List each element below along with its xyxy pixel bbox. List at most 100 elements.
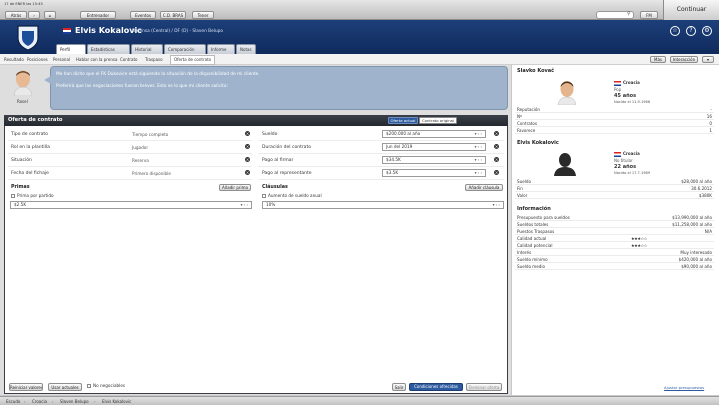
- tab-notes[interactable]: Notas: [236, 44, 256, 54]
- agent-fee-dropdown[interactable]: $3.5K ▾ ‹ ›: [382, 169, 486, 177]
- current-ability-stars: ★★★☆☆: [631, 236, 647, 241]
- breadcrumb-item: ›: [24, 399, 26, 404]
- player-role: No titular: [614, 158, 633, 163]
- search-icon[interactable]: ⚲: [627, 11, 631, 17]
- agent-fee-value: $3.5K: [386, 170, 399, 175]
- squad-role-value: Jugador: [132, 145, 149, 150]
- close-subview-button[interactable]: ▾: [702, 56, 714, 63]
- agent-info-row: Nº 16: [515, 114, 714, 120]
- use-current-button[interactable]: Usar actuales: [48, 383, 82, 391]
- propose-offer-button[interactable]: Condiciones ofrecidas: [409, 383, 463, 391]
- finish-offer-button[interactable]: Terminar oferta: [466, 383, 502, 391]
- signing-fee-label: Pago al firmar: [262, 158, 294, 163]
- current-offer-button[interactable]: Oferta actual: [388, 117, 418, 124]
- offer-panel-title: Oferta de contrato: [8, 117, 63, 123]
- info-row: Sueldo medio $90,000 al año: [515, 264, 714, 270]
- agent-fee-label: Pago al representante: [262, 171, 312, 176]
- interaction-dropdown[interactable]: Interacción: [670, 56, 698, 63]
- reset-values-button[interactable]: Reiniciar valores: [9, 383, 43, 391]
- clause-dropdown[interactable]: 10% ▾ ‹ ›: [262, 201, 504, 209]
- tab-stats[interactable]: Estadísticas: [87, 44, 130, 54]
- adjust-budget-link[interactable]: Ajustar presupuestos: [664, 385, 704, 390]
- nav-manager[interactable]: Entrenador: [80, 11, 116, 19]
- wage-dropdown[interactable]: $200.000 al año ▾ ‹ ›: [382, 130, 486, 138]
- breadcrumb-item: ›: [52, 399, 54, 404]
- bonus-checkbox[interactable]: [11, 194, 15, 198]
- remove-contract-length-icon[interactable]: ×: [494, 144, 499, 149]
- agent-avatar: [12, 68, 34, 97]
- forward-button[interactable]: ›: [28, 11, 40, 19]
- player-born: Nacido el 17.7.1989: [614, 171, 651, 175]
- subtab-contract[interactable]: Contrato: [120, 56, 137, 64]
- info-row: Interés Muy interesado: [515, 250, 714, 256]
- bonus-dropdown[interactable]: $2.5K ▾ ‹ ›: [10, 201, 252, 209]
- non-negotiable-checkbox[interactable]: [87, 384, 91, 388]
- tab-history[interactable]: Historial: [131, 44, 163, 54]
- remove-wage-icon[interactable]: ×: [494, 131, 499, 136]
- signing-fee-value: $34.5K: [386, 157, 401, 162]
- nav-other[interactable]: Tener: [192, 11, 214, 19]
- clause-label: Aumento de sueldo anual: [268, 193, 322, 198]
- home-icon[interactable]: ⌂: [44, 11, 56, 19]
- exit-button[interactable]: Salir: [392, 383, 406, 391]
- player-position: Defensa (Central) / DF (D) - Slaven Belu…: [132, 29, 224, 34]
- original-contract-button[interactable]: Contrato original: [419, 117, 457, 124]
- fm-menu-button[interactable]: FM: [640, 11, 658, 19]
- more-dropdown[interactable]: Más: [650, 56, 666, 63]
- clause-checkbox[interactable]: [262, 194, 266, 198]
- tab-profile[interactable]: Perfil: [56, 44, 86, 54]
- subtab-overview[interactable]: Resultado: [4, 56, 24, 64]
- subtab-press[interactable]: Hablar con la prensa: [76, 56, 117, 64]
- contract-length-dropdown[interactable]: Jun del 2019 ▾ ‹ ›: [382, 143, 486, 151]
- info-row: Calidad potencial ★★★☆☆: [515, 242, 714, 249]
- agent-nation-flag: [614, 81, 621, 86]
- add-clause-button[interactable]: Añadir cláusula: [465, 184, 503, 191]
- tab-comparison[interactable]: Comparación: [164, 44, 206, 54]
- remove-status-icon[interactable]: ×: [245, 157, 250, 162]
- add-bonus-button[interactable]: Añadir prima: [219, 184, 251, 191]
- agent-message-line1: Me han dicho que el FK Dukovice está sig…: [56, 72, 260, 77]
- breadcrumb-item[interactable]: Slaven Belupo: [60, 398, 89, 405]
- tab-report[interactable]: Informe: [207, 44, 235, 54]
- back-button[interactable]: Atrás: [5, 11, 27, 19]
- star-favorite-icon[interactable]: ☆: [670, 26, 680, 36]
- player-flag: [63, 28, 71, 34]
- signing-fee-dropdown[interactable]: $34.5K ▾ ‹ ›: [382, 156, 486, 164]
- player-nation-flag: [614, 152, 621, 157]
- breadcrumb-item[interactable]: Croacia: [32, 398, 47, 405]
- agent-info-row: Reputación -: [515, 107, 714, 113]
- subtab-transfer[interactable]: Traspaso: [145, 56, 163, 64]
- info-title: Información: [517, 206, 551, 212]
- subtab-personal[interactable]: Personal: [53, 56, 70, 64]
- nav-events[interactable]: Eventos: [130, 11, 156, 19]
- agent-info-row: Favorece 1: [515, 128, 714, 134]
- player-info-row: Valor $380K: [515, 193, 714, 199]
- breadcrumb-item[interactable]: Escudo: [6, 398, 20, 405]
- wage-value: $200.000 al año: [386, 131, 421, 136]
- info-row: Calidad actual ★★★☆☆: [515, 235, 714, 242]
- remove-contract-type-icon[interactable]: ×: [245, 131, 250, 136]
- breadcrumb-item: ›: [94, 399, 96, 404]
- remove-agent-fee-icon[interactable]: ×: [494, 170, 499, 175]
- subtab-contract-offer[interactable]: Oferta de contrato: [170, 55, 216, 65]
- nav-club[interactable]: C.D. BRAS: [160, 11, 186, 19]
- bonus-label: Prima por partido: [17, 193, 54, 198]
- bonus-value: $2.5K: [14, 202, 27, 207]
- breadcrumb-item[interactable]: Elvis Kokalovic: [102, 398, 131, 405]
- remove-squad-role-icon[interactable]: ×: [245, 144, 250, 149]
- potential-ability-stars: ★★★☆☆: [631, 243, 647, 248]
- squad-role-label: Rol en la plantilla: [11, 145, 50, 150]
- contract-length-value: Jun del 2019: [386, 144, 413, 149]
- agent-nation: Croacia: [623, 80, 640, 85]
- agent-born: Nacido el 11.9.1966: [614, 100, 651, 104]
- player-nation: Croacia: [623, 151, 640, 156]
- remove-signing-fee-icon[interactable]: ×: [494, 157, 499, 162]
- remove-signing-date-icon[interactable]: ×: [245, 170, 250, 175]
- subtab-positions[interactable]: Posiciones: [27, 56, 48, 64]
- continue-button[interactable]: Continuar: [663, 0, 719, 20]
- help-icon[interactable]: ?: [686, 26, 696, 36]
- signing-date-value: Primero disponible: [132, 171, 171, 176]
- wage-label: Sueldo: [262, 132, 278, 137]
- player-info-row: Sueldo $28,000 al año: [515, 179, 714, 185]
- settings-icon[interactable]: ⚙: [702, 26, 712, 36]
